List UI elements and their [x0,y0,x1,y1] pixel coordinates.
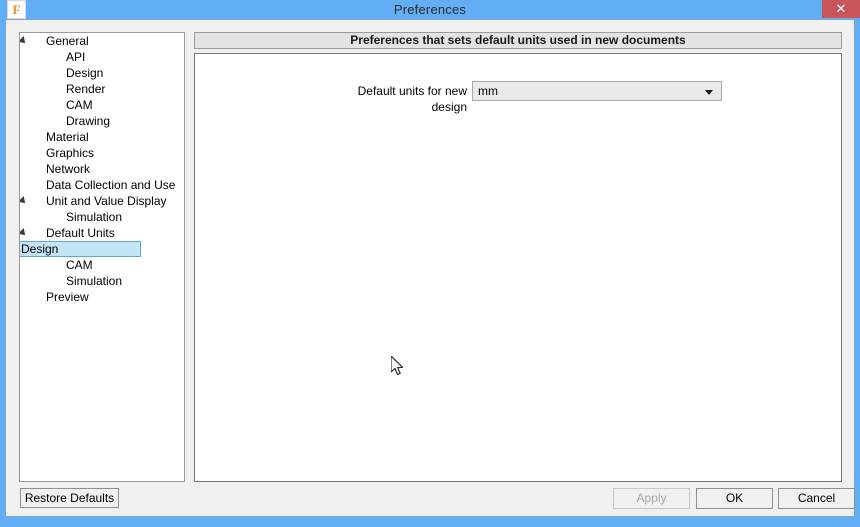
tree-expander-icon[interactable] [20,196,29,206]
tree-item-label: General [46,34,89,48]
tree-item-label: Drawing [66,114,111,128]
tree-item-simulation[interactable]: Simulation [20,209,184,225]
tree-item-simulation[interactable]: Simulation [20,273,184,289]
cancel-button[interactable]: Cancel [778,488,855,509]
tree-expander-icon[interactable] [20,36,29,46]
tree-item-drawing[interactable]: Drawing [20,113,184,129]
window-title: Preferences [393,2,467,17]
default-units-select[interactable]: mm [472,81,722,101]
chevron-down-icon [705,90,713,95]
tree-item-label: API [66,50,86,64]
tree-item-label: Simulation [66,210,123,224]
tree-item-default-units[interactable]: Default Units [20,225,184,241]
tree-item-cam[interactable]: CAM [20,257,184,273]
preferences-dialog: General API Design Render CAM Drawing Material… [5,19,855,517]
tree-item-label: CAM [66,98,93,112]
default-units-label: Default units for new design [357,84,467,114]
tree-item-graphics[interactable]: Graphics [20,145,184,161]
tree-item-preview[interactable]: Preview [20,289,184,305]
tree-item-design[interactable]: Design [20,241,184,257]
tree-rows: General API Design Render CAM Drawing Material… [20,33,184,305]
tree-item-label: Simulation [66,274,123,288]
tree-item-label: Design [66,66,104,80]
tree-item-label: Unit and Value Display [46,194,167,208]
tree-expander-icon[interactable] [20,228,29,238]
tree-item-data-collection-and-use[interactable]: Data Collection and Use [20,177,184,193]
tree-item-label: Network [46,162,91,176]
tree-item-label: Render [66,82,106,96]
tree-item-label: CAM [66,258,93,272]
tree-item-render[interactable]: Render [20,81,184,97]
content-panel: Default units for new design mm [194,53,842,482]
tree-item-api[interactable]: API [20,49,184,65]
tree-item-general[interactable]: General [20,33,184,49]
tree-item-label: Preview [46,290,89,304]
tree-item-label: Material [46,130,89,144]
preferences-window: F Preferences ✕ General API Design Render CA… [0,0,860,527]
default-units-value: mm [478,84,498,98]
tree-item-material[interactable]: Material [20,129,184,145]
restore-defaults-button[interactable]: Restore Defaults [20,488,119,508]
tree-item-label: Default Units [46,226,115,240]
tree-item-unit-and-value-display[interactable]: Unit and Value Display [20,193,184,209]
tree-item-design[interactable]: Design [20,65,184,81]
close-icon[interactable]: ✕ [822,0,860,18]
tree-item-cam[interactable]: CAM [20,97,184,113]
apply-button[interactable]: Apply [613,488,690,509]
tree-item-label: Design [20,241,141,257]
content-header: Preferences that sets default units used… [194,32,842,49]
tree-item-label: Data Collection and Use [46,178,176,192]
tree-item-label: Graphics [46,146,95,160]
preferences-tree[interactable]: General API Design Render CAM Drawing Material… [19,32,185,482]
tree-item-network[interactable]: Network [20,161,184,177]
ok-button[interactable]: OK [696,488,773,509]
title-bar: F Preferences ✕ [0,0,860,19]
